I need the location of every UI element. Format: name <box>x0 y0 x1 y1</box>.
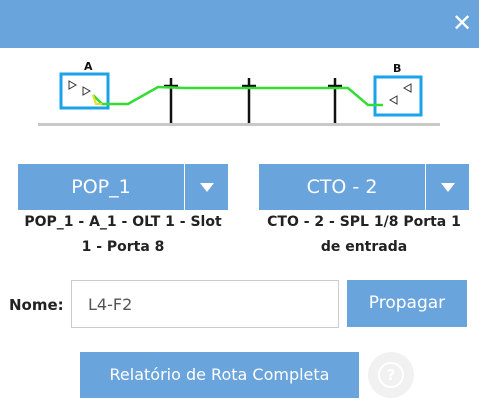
propagate-button[interactable]: Propagar <box>347 280 467 327</box>
origin-description-line: POP_1 - A_1 - OLT 1 - Slot <box>24 214 222 230</box>
destination-select[interactable]: CTO - 2 <box>259 164 469 210</box>
destination-description-line: de entrada <box>320 239 408 255</box>
origin-select-value: POP_1 <box>71 176 131 198</box>
chevron-down-icon[interactable] <box>185 164 229 210</box>
name-input[interactable] <box>71 280 339 328</box>
help-icon: ? <box>378 362 404 388</box>
destination-description: CTO - 2 - SPL 1/8 Porta 1 de entrada <box>246 210 479 260</box>
dialog-titlebar: ✕ <box>0 0 479 48</box>
ground-line <box>38 123 440 126</box>
origin-description: POP_1 - A_1 - OLT 1 - Slot 1 - Porta 8 <box>6 210 240 260</box>
origin-description-line: 1 - Porta 8 <box>81 239 165 255</box>
point-b-box <box>373 75 423 117</box>
pole <box>328 78 342 123</box>
route-diagram: A B <box>38 60 440 126</box>
close-icon[interactable]: ✕ <box>451 11 473 35</box>
name-label: Nome: <box>9 296 64 314</box>
fiber-route <box>92 85 383 107</box>
origin-select[interactable]: POP_1 <box>18 164 228 210</box>
help-button[interactable]: ? <box>368 352 414 398</box>
pole <box>242 78 256 123</box>
point-a-label: A <box>84 60 93 73</box>
chevron-down-icon[interactable] <box>426 164 470 210</box>
point-b-label: B <box>393 62 401 75</box>
destination-select-value: CTO - 2 <box>306 176 378 198</box>
pole <box>164 78 178 123</box>
full-route-report-button[interactable]: Relatório de Rota Completa <box>80 352 359 398</box>
destination-description-line: CTO - 2 - SPL 1/8 Porta 1 <box>267 214 461 230</box>
